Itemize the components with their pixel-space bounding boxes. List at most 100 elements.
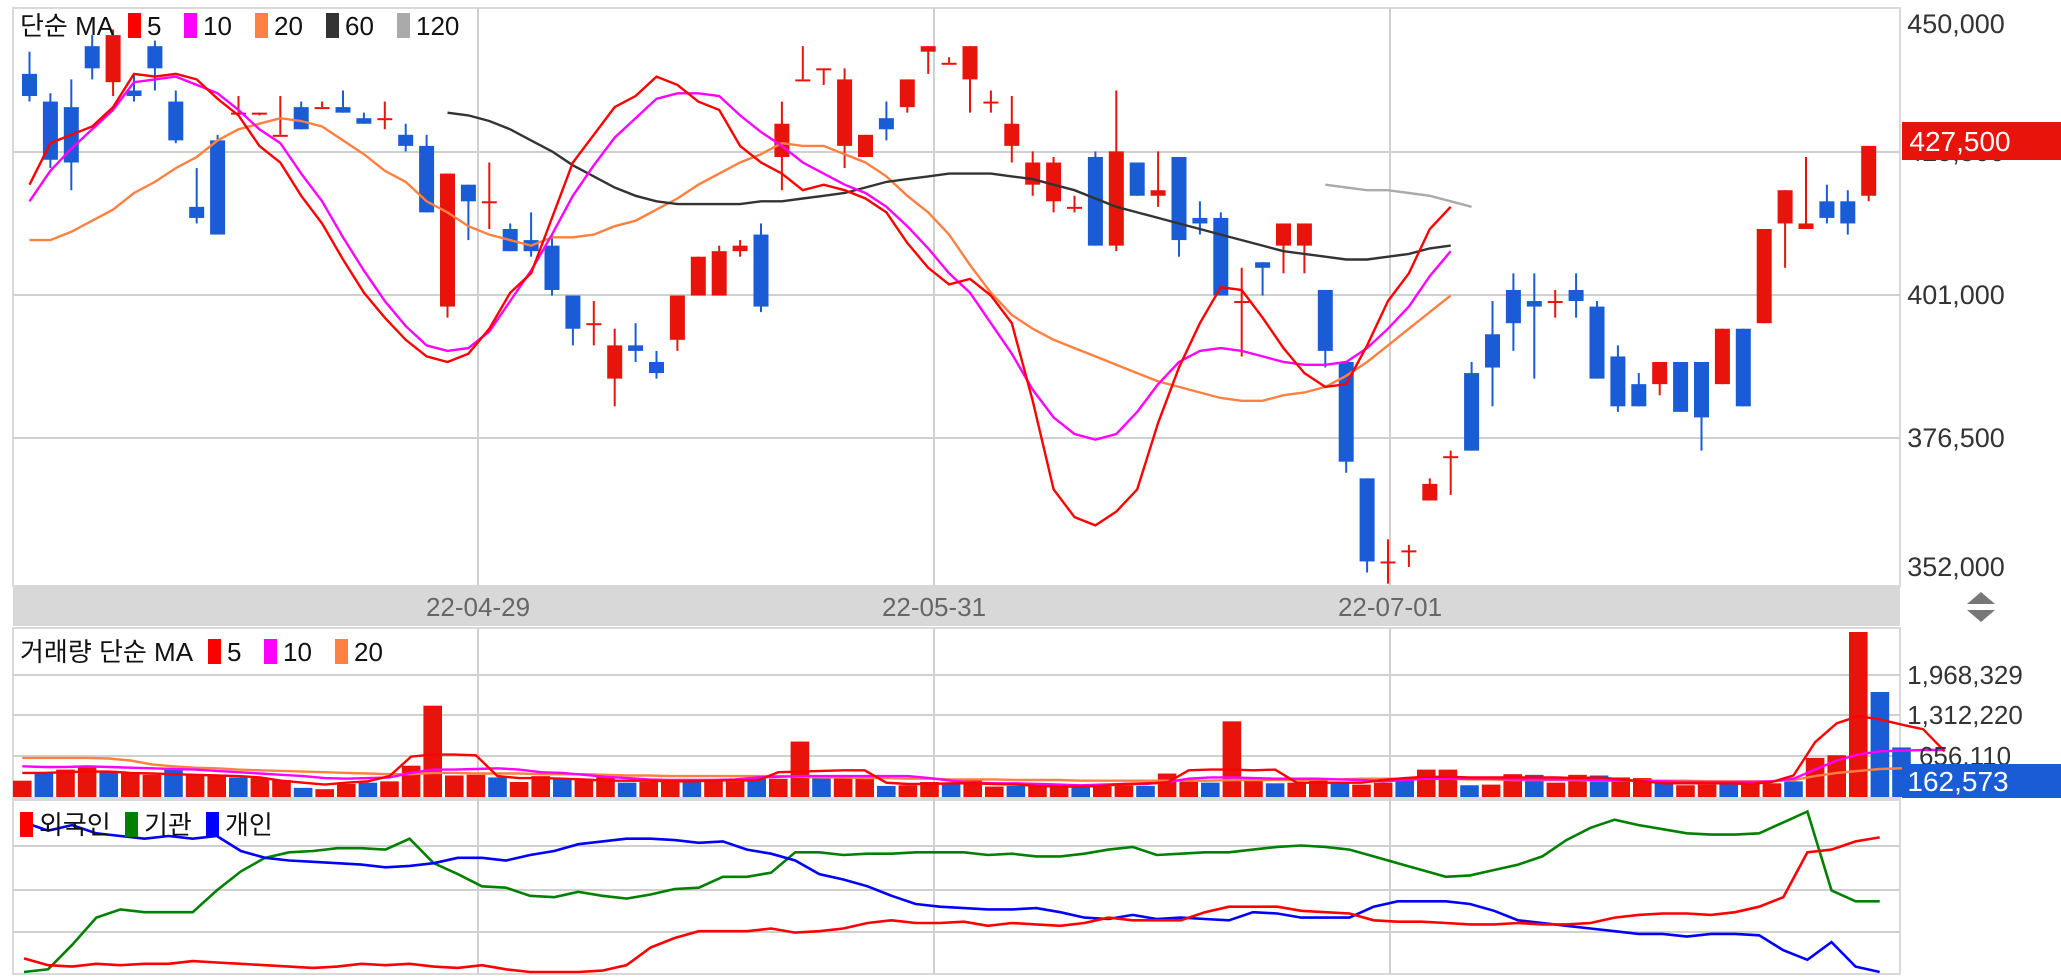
volume-bar [769, 778, 788, 797]
volume-bar [1654, 782, 1674, 797]
volume-bar [337, 783, 356, 797]
volume-bar [985, 786, 1004, 797]
volume-bar [250, 778, 270, 797]
candlestick [1735, 328, 1751, 407]
price-tick-label: 401,000 [1907, 280, 2005, 310]
volume-bar [423, 705, 442, 797]
candlestick [1129, 162, 1145, 196]
volume-bar [1006, 785, 1026, 797]
investor-panel-frame [12, 799, 1901, 975]
stock-chart-screen: 450,000425,500401,000376,500352,000427,5… [0, 0, 2061, 979]
legend-swatch [125, 812, 138, 837]
date-tick-label: 22-04-29 [426, 592, 530, 622]
volume-bar [185, 774, 205, 797]
last-volume-badge: 162,573 [1902, 764, 2061, 798]
volume-bar [1287, 782, 1306, 797]
date-tick-label: 22-05-31 [882, 592, 986, 622]
price-tick-label: 352,000 [1907, 552, 2005, 582]
volume-bar [855, 777, 874, 797]
volume-bar [142, 774, 162, 797]
legend-label: 10 [203, 11, 232, 41]
volume-bar [941, 783, 961, 797]
candlestick [858, 134, 873, 157]
volume-bar [682, 780, 702, 797]
candlestick [1359, 478, 1375, 573]
legend-label: 기관 [144, 810, 192, 840]
candlestick [210, 134, 226, 235]
volume-bar [1697, 784, 1717, 797]
volume-bar [358, 782, 378, 797]
legend-swatch [326, 13, 339, 38]
volume-bar [99, 770, 118, 797]
volume-bar [445, 775, 464, 797]
legend-label: 60 [345, 11, 374, 41]
candlestick [42, 93, 58, 169]
stock-chart[interactable]: 450,000425,500401,000376,500352,000427,5… [0, 0, 2061, 979]
volume-bar [1719, 782, 1738, 797]
candlestick [1673, 361, 1689, 412]
volume-bar [1676, 785, 1695, 797]
candlestick [711, 245, 727, 296]
legend-label: 5 [227, 637, 241, 667]
volume-bar [315, 789, 334, 797]
volume-bar [207, 776, 226, 797]
candlestick [1756, 229, 1772, 324]
volume-bar [1265, 783, 1285, 797]
volume-tick-label: 1,968,329 [1907, 660, 2023, 690]
volume-bar [574, 778, 594, 797]
legend-label: 20 [274, 11, 303, 41]
candlestick [1714, 328, 1730, 385]
legend-swatch [397, 13, 410, 38]
candlestick [1464, 361, 1480, 451]
volume-bar [898, 785, 918, 797]
volume-bar [34, 772, 54, 797]
volume-bar [1417, 769, 1436, 797]
volume-bar [725, 781, 745, 797]
legend-label: 20 [354, 637, 383, 667]
legend-label: 120 [416, 11, 459, 41]
legend-title: 거래량 단순 MA [20, 637, 194, 667]
volume-bar [1071, 787, 1090, 797]
volume-bar [1373, 782, 1393, 797]
legend-label: 10 [283, 637, 312, 667]
volume-bar [401, 765, 421, 797]
volume-bar [488, 777, 507, 797]
legend-swatch [264, 639, 277, 664]
candlestick [1213, 212, 1229, 296]
volume-bar [704, 780, 723, 797]
volume-bar [1093, 786, 1112, 797]
volume-bar [833, 776, 853, 797]
legend-label: 외국인 [39, 810, 111, 840]
legend-title: 단순 MA [20, 11, 115, 41]
volume-bar [1244, 780, 1263, 797]
legend-swatch [184, 13, 197, 38]
volume-bar [553, 778, 572, 797]
volume-bar [1157, 773, 1177, 797]
candlestick [753, 223, 769, 313]
volume-bar [1438, 769, 1458, 797]
price-tick-label: 376,500 [1907, 423, 2005, 453]
volume-bar [1330, 782, 1350, 797]
volume-bar [1222, 721, 1242, 797]
volume-bar [13, 780, 32, 797]
last-price-value: 427,500 [1909, 126, 2010, 157]
volume-bar [229, 777, 248, 797]
legend-swatch [128, 13, 141, 38]
volume-bar [790, 741, 810, 797]
resize-handle-icon[interactable] [1967, 592, 1995, 622]
volume-bar [164, 768, 183, 797]
volume-bar [1179, 781, 1198, 797]
volume-bar [1762, 783, 1782, 797]
candlestick [1861, 145, 1877, 202]
candlestick [1589, 301, 1605, 379]
last-price-badge: 427,500 [1902, 122, 2061, 160]
volume-bar [1352, 784, 1371, 797]
volume-bar [661, 781, 680, 797]
volume-bar [617, 782, 637, 797]
date-tick-label: 22-07-01 [1338, 592, 1442, 622]
volume-bar [1870, 692, 1890, 797]
volume-bar [1201, 782, 1220, 797]
volume-bar [1784, 781, 1803, 797]
volume-bar [1481, 784, 1501, 797]
volume-bar [639, 782, 658, 797]
